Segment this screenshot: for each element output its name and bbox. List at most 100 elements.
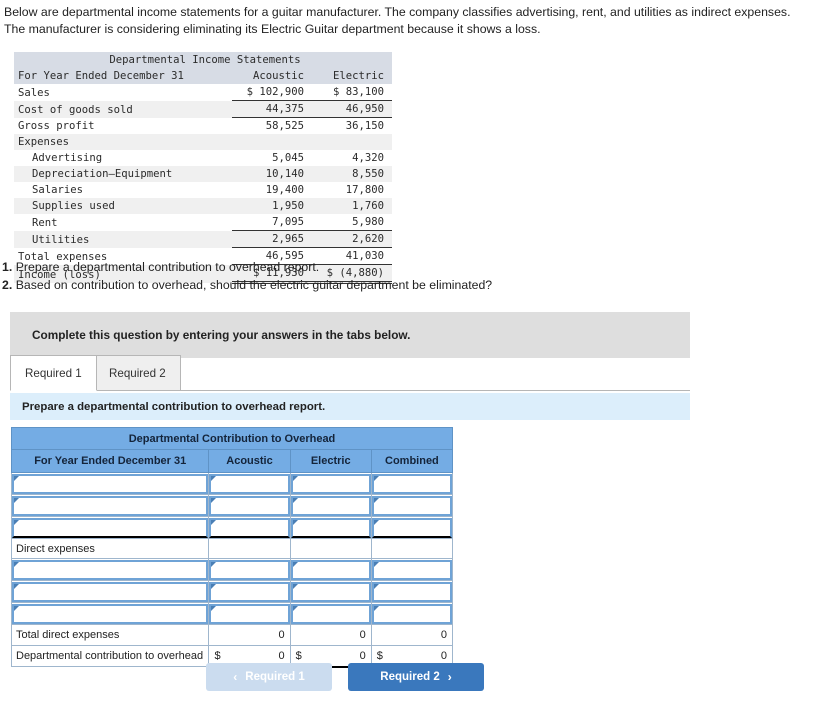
row6-acoustic-cell[interactable] <box>208 602 291 625</box>
row1-electric-cell[interactable] <box>289 472 372 495</box>
tab-required-2[interactable]: Required 2 <box>94 355 181 391</box>
row4-combined-cell[interactable] <box>370 558 454 581</box>
navigation-bar: ‹ Required 1 Required 2 › <box>0 663 816 693</box>
row1-combined-cell[interactable] <box>370 472 454 495</box>
row4-combined-input[interactable] <box>371 559 452 580</box>
dis-value-acoustic: 19,400 <box>265 184 304 196</box>
row6-electric-cell[interactable] <box>289 602 372 625</box>
contribution-title-row: Departmental Contribution to Overhead <box>11 427 453 450</box>
dis-row-utilities: Utilities 2,965 2,620 <box>14 230 392 248</box>
row2-electric-input[interactable] <box>290 495 371 516</box>
row5-combined-input[interactable] <box>371 581 452 602</box>
row2-label-input[interactable] <box>12 495 209 516</box>
row3-acoustic-input[interactable] <box>209 517 290 538</box>
row3-label-input[interactable] <box>12 517 209 538</box>
row4-electric-cell[interactable] <box>289 558 372 581</box>
row6-label-input[interactable] <box>12 603 209 624</box>
dis-value-electric: 2,620 <box>312 230 392 248</box>
contribution-acoustic-value: 0 <box>278 649 285 662</box>
row3-combined-input[interactable] <box>371 517 452 538</box>
row3-electric-input[interactable] <box>290 517 371 538</box>
dis-value-electric: 17,800 <box>345 184 384 196</box>
dis-value-electric: 4,320 <box>352 152 384 164</box>
tab-required-1[interactable]: Required 1 <box>10 355 97 391</box>
contribution-electric-value: 0 <box>359 649 366 662</box>
row6-combined-input[interactable] <box>371 603 452 624</box>
row1-label-cell[interactable] <box>10 472 210 495</box>
row1-combined-input[interactable] <box>371 473 452 494</box>
row2-label-cell[interactable] <box>10 494 210 517</box>
dis-value-acoustic: 44,375 <box>232 100 312 118</box>
previous-button-label: Required 1 <box>245 671 305 683</box>
requirements-list: 1. Prepare a departmental contribution t… <box>2 258 702 294</box>
previous-required-1-button[interactable]: ‹ Required 1 <box>206 663 332 691</box>
contribution-combined-value: 0 <box>440 649 447 662</box>
contribution-header-row: For Year Ended December 31 Acoustic Elec… <box>10 449 454 473</box>
row6-label-cell[interactable] <box>10 602 210 625</box>
row5-combined-cell[interactable] <box>370 580 454 603</box>
row1-electric-input[interactable] <box>290 473 371 494</box>
requirement-1: 1. Prepare a departmental contribution t… <box>2 258 702 276</box>
total-direct-acoustic-value: 0 <box>208 624 291 646</box>
dis-label: Supplies used <box>32 200 115 212</box>
row5-acoustic-input[interactable] <box>209 581 290 602</box>
row6-electric-input[interactable] <box>290 603 371 624</box>
dis-label: Salaries <box>32 184 84 196</box>
dis-label: Expenses <box>18 136 70 148</box>
row5-electric-input[interactable] <box>290 581 371 602</box>
dis-body: Departmental Income Statements For Year … <box>14 52 392 284</box>
sub-instruction-text: Prepare a departmental contribution to o… <box>22 400 326 413</box>
dis-row-salaries: Salaries 19,400 17,800 <box>14 182 392 198</box>
row6-acoustic-input[interactable] <box>209 603 290 624</box>
dis-label: Sales <box>18 86 50 99</box>
contribution-table-body: Departmental Contribution to Overhead Fo… <box>10 427 454 668</box>
row1-label-input[interactable] <box>12 473 209 494</box>
intro-paragraph: Below are departmental income statements… <box>4 5 791 36</box>
row2-acoustic-input[interactable] <box>209 495 290 516</box>
dis-row-sales: Sales $ 102,900 $ 83,100 <box>14 84 392 101</box>
dis-title: Departmental Income Statements <box>109 54 301 66</box>
row5-electric-cell[interactable] <box>289 580 372 603</box>
total-direct-expenses-label: Total direct expenses <box>10 624 210 646</box>
row4-label-cell[interactable] <box>10 558 210 581</box>
chevron-right-icon: › <box>447 670 452 684</box>
dollar-sign: $ <box>214 649 221 662</box>
row5-acoustic-cell[interactable] <box>208 580 291 603</box>
row6-combined-cell[interactable] <box>370 602 454 625</box>
row3-acoustic-cell[interactable] <box>208 516 291 539</box>
table-row <box>10 558 454 581</box>
next-required-2-button[interactable]: Required 2 › <box>348 663 484 691</box>
dis-value-electric: 36,150 <box>345 120 384 132</box>
requirement-2-number: 2. <box>2 278 13 292</box>
table-row <box>10 602 454 625</box>
direct-expenses-electric-cell <box>289 538 372 559</box>
row2-acoustic-cell[interactable] <box>208 494 291 517</box>
row4-label-input[interactable] <box>12 559 209 580</box>
dis-label: Advertising <box>32 152 103 164</box>
sub-instruction-bar: Prepare a departmental contribution to o… <box>10 393 690 420</box>
row2-combined-cell[interactable] <box>370 494 454 517</box>
row5-label-input[interactable] <box>12 581 209 602</box>
row5-label-cell[interactable] <box>10 580 210 603</box>
dis-value-electric: $ 83,100 <box>332 86 384 98</box>
dis-value-acoustic: 5,045 <box>272 152 304 164</box>
row2-combined-input[interactable] <box>371 495 452 516</box>
row1-acoustic-input[interactable] <box>209 473 290 494</box>
total-direct-combined-value: 0 <box>370 624 454 646</box>
dis-row-advertising: Advertising 5,045 4,320 <box>14 150 392 166</box>
row2-electric-cell[interactable] <box>289 494 372 517</box>
direct-expenses-acoustic-cell <box>208 538 291 559</box>
dollar-sign: $ <box>295 649 302 662</box>
dollar-sign: $ <box>376 649 383 662</box>
row3-label-cell[interactable] <box>10 516 210 539</box>
dis-value-acoustic: 58,525 <box>265 120 304 132</box>
row3-electric-cell[interactable] <box>289 516 372 539</box>
table-row <box>10 472 454 495</box>
row4-electric-input[interactable] <box>290 559 371 580</box>
row4-acoustic-cell[interactable] <box>208 558 291 581</box>
dis-label: Rent <box>32 216 58 229</box>
row3-combined-cell[interactable] <box>370 516 454 539</box>
row1-acoustic-cell[interactable] <box>208 472 291 495</box>
row4-acoustic-input[interactable] <box>209 559 290 580</box>
dis-value-acoustic: 7,095 <box>272 216 304 228</box>
